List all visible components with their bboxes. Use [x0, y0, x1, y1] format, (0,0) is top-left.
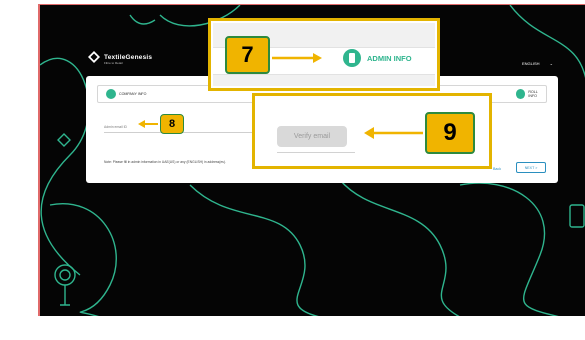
step-roll-info[interactable]: ROLL INFO [516, 89, 546, 99]
step-label: ROLL INFO [528, 90, 538, 98]
note-text: Note: Please fill in admin information i… [104, 160, 226, 164]
company-info-icon [106, 89, 116, 99]
step-number-badge: 8 [160, 114, 184, 134]
brand-header: TextileGenesis Fibre to Retail [88, 51, 153, 65]
roll-info-icon [516, 89, 526, 99]
step-number-badge: 7 [225, 36, 270, 74]
chevron-down-icon: ⌄ [549, 61, 553, 66]
step-label: COMPANY INFO [119, 92, 147, 96]
language-select[interactable]: ENGLISH ⌄ [522, 61, 553, 66]
language-label: ENGLISH [522, 61, 540, 66]
step-company-info[interactable]: COMPANY INFO [106, 89, 146, 99]
back-link[interactable]: Back [493, 167, 501, 171]
tab-label: ADMIN INFO [367, 53, 412, 63]
step-number-badge: 9 [425, 112, 475, 154]
tutorial-screenshot: TextileGenesis Fibre to Retail ENGLISH ⌄… [0, 0, 585, 340]
verify-email-button[interactable]: Verify email [277, 126, 347, 147]
brand-tagline: Fibre to Retail [104, 61, 123, 65]
brand-name: TextileGenesis [104, 53, 153, 61]
divider [277, 152, 355, 153]
next-button[interactable]: NEXT > [516, 162, 546, 173]
tab-admin-info[interactable]: ADMIN INFO [343, 49, 412, 67]
textilegenesis-logo-icon [88, 51, 100, 63]
admin-info-icon [343, 49, 361, 67]
